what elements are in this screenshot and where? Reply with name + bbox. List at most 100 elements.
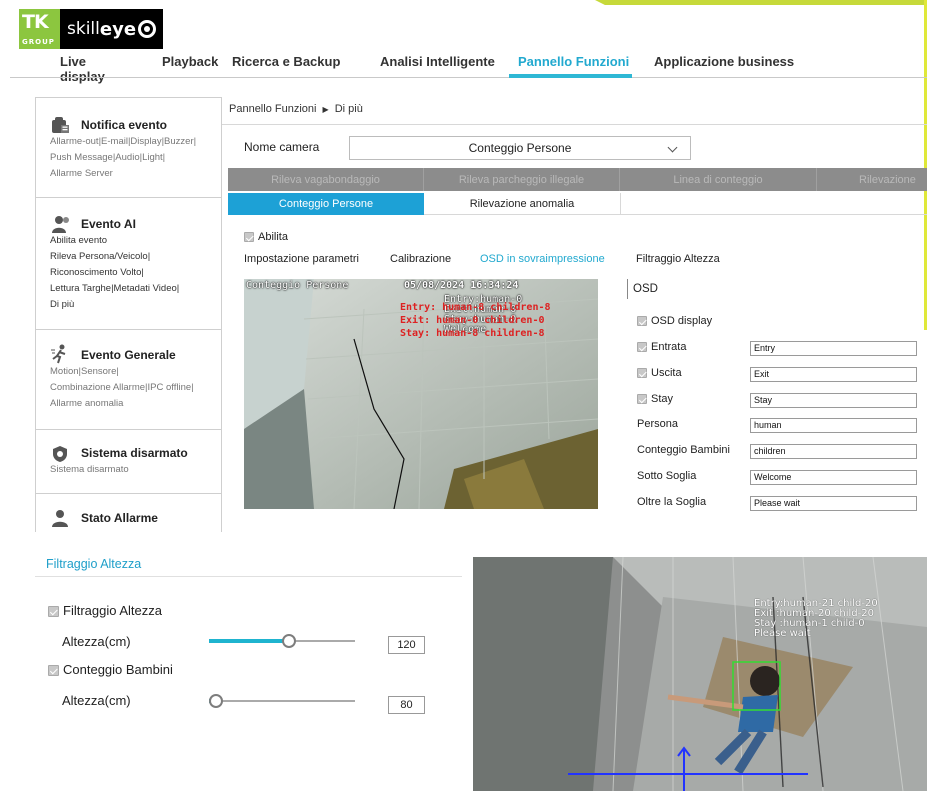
height-filter-checkbox[interactable]: Filtraggio Altezza: [48, 603, 162, 618]
tabs-row-disabled: Rileva vagabondaggio Rileva parcheggio i…: [228, 168, 927, 191]
slider-rail: [209, 700, 355, 702]
osd-conteggio-bambini-label: Conteggio Bambini: [637, 444, 730, 456]
sidebar-link[interactable]: Rileva Persona/Veicolo|: [50, 249, 221, 265]
sidebar-title-notifica: Notifica evento: [81, 118, 168, 132]
eye-icon: [138, 20, 157, 38]
checkbox-checked-icon: [48, 606, 59, 618]
osd-persona-label: Persona: [637, 418, 678, 430]
osd-sotto-soglia-label: Sotto Soglia: [637, 470, 697, 482]
camera-select[interactable]: Conteggio Persone: [349, 136, 691, 160]
camera-overlay-line: Please wait: [754, 628, 811, 639]
height2-slider[interactable]: [209, 694, 355, 708]
checkbox-checked-icon: [637, 368, 647, 379]
sidebar-link[interactable]: Motion|Sensore|: [50, 364, 221, 380]
breadcrumb-root[interactable]: Pannello Funzioni: [229, 103, 316, 115]
nav-live-display[interactable]: Live display: [60, 54, 105, 84]
subtab-impostazione-parametri[interactable]: Impostazione parametri: [244, 253, 359, 265]
osd-entrata-checkbox[interactable]: Entrata: [637, 341, 686, 353]
osd-uscita-input[interactable]: Exit: [750, 367, 917, 382]
sidebar-link[interactable]: Abilita evento: [50, 233, 221, 249]
sidebar-section-sistema-disarmato[interactable]: Sistema disarmato Sistema disarmato: [36, 430, 221, 494]
checkbox-checked-icon: [48, 665, 59, 677]
alarm-status-icon: [52, 510, 68, 527]
osd-stay-checkbox[interactable]: Stay: [637, 393, 673, 405]
abilita-checkbox[interactable]: Abilita: [244, 231, 288, 243]
motion-person-icon: [51, 344, 66, 364]
tab-rileva-parcheggio-illegale[interactable]: Rileva parcheggio illegale: [424, 168, 620, 191]
sidebar-sub-evento-generale: Motion|Sensore| Combinazione Allarme|IPC…: [50, 364, 221, 412]
sidebar-link[interactable]: Push Message|Audio|Light|: [50, 150, 221, 166]
video-timestamp: 05/08/2024 16:34:24: [404, 280, 519, 291]
osd-display-label: OSD display: [651, 315, 713, 327]
product-name: eye: [99, 18, 137, 40]
tab-rilevazione[interactable]: Rilevazione: [817, 168, 927, 191]
nav-pannello-funzioni[interactable]: Pannello Funzioni: [518, 54, 629, 69]
osd-entrata-input[interactable]: Entry: [750, 341, 917, 356]
tab-rileva-vagabondaggio[interactable]: Rileva vagabondaggio: [228, 168, 424, 191]
osd-display-checkbox[interactable]: OSD display: [637, 315, 712, 327]
tab-rilevazione-anomalia[interactable]: Rilevazione anomalia: [424, 193, 621, 215]
video-overlay-red: Entry: human-8 children-8 Exit: human-0 …: [400, 301, 551, 340]
sidebar-section-evento-ai[interactable]: Evento AI Abilita evento Rileva Persona/…: [36, 198, 221, 330]
sidebar-link[interactable]: Allarme-out|E-mail|Display|Buzzer|: [50, 134, 221, 150]
nav-applicazione-business[interactable]: Applicazione business: [654, 54, 794, 69]
shield-icon: [53, 446, 67, 462]
osd-sotto-soglia-input[interactable]: Welcome: [750, 470, 917, 485]
sidebar-link[interactable]: Di più: [50, 297, 221, 313]
slider-knob[interactable]: [282, 634, 296, 648]
nav-active-indicator: [509, 74, 632, 78]
logo-group: GROUP: [22, 38, 55, 46]
sidebar-sub-sistema-disarmato: Sistema disarmato: [50, 462, 221, 478]
sidebar-link[interactable]: Allarme Server: [50, 166, 221, 182]
breadcrumb-divider: [222, 124, 927, 125]
ai-person-icon: [52, 216, 69, 233]
osd-persona-input[interactable]: human: [750, 418, 917, 433]
subtab-filtraggio-altezza[interactable]: Filtraggio Altezza: [636, 253, 720, 265]
tab-conteggio-persone[interactable]: Conteggio Persone: [228, 193, 424, 215]
sidebar-section-evento-generale[interactable]: Evento Generale Motion|Sensore| Combinaz…: [36, 330, 221, 430]
chevron-down-icon: [667, 142, 678, 153]
tk-group-logo: TK GROUP: [19, 9, 60, 49]
sidebar-link[interactable]: Allarme anomalia: [50, 396, 221, 412]
subtab-osd-sovraimpressione[interactable]: OSD in sovraimpressione: [480, 253, 605, 265]
tab-linea-di-conteggio[interactable]: Linea di conteggio: [620, 168, 817, 191]
breadcrumb-separator-icon: ▶: [322, 105, 329, 114]
video-channel-name: Conteggio Persone: [246, 280, 349, 291]
osd-uscita-checkbox[interactable]: Uscita: [637, 367, 682, 379]
osd-oltre-soglia-input[interactable]: Please wait: [750, 496, 917, 511]
subtab-calibrazione[interactable]: Calibrazione: [390, 253, 451, 265]
breadcrumb: Pannello Funzioni ▶ Di più: [229, 103, 363, 115]
sidebar-title-sistema-disarmato: Sistema disarmato: [81, 446, 188, 460]
osd-entrata-label: Entrata: [651, 341, 687, 353]
osd-stay-input[interactable]: Stay: [750, 393, 917, 408]
conteggio-bambini-checkbox[interactable]: Conteggio Bambini: [48, 662, 173, 677]
osd-uscita-label: Uscita: [651, 367, 682, 379]
sidebar-link[interactable]: Combinazione Allarme|IPC offline|: [50, 380, 221, 396]
nav-divider: [10, 77, 927, 78]
sidebar-link[interactable]: Lettura Targhe|Metadati Video|: [50, 281, 221, 297]
nav-ricerca-backup[interactable]: Ricerca e Backup: [232, 54, 340, 69]
nav-analisi-intelligente[interactable]: Analisi Intelligente: [380, 54, 495, 69]
height1-label: Altezza(cm): [62, 634, 131, 649]
osd-conteggio-bambini-input[interactable]: children: [750, 444, 917, 459]
sidebar-link[interactable]: Riconoscimento Volto|: [50, 265, 221, 281]
sidebar-sub-evento-ai: Abilita evento Rileva Persona/Veicolo| R…: [50, 233, 221, 313]
video-overlay-line: Entry: human-8 children-8: [400, 302, 551, 313]
slider-fill: [209, 639, 289, 643]
video-preview[interactable]: Conteggio Persone 05/08/2024 16:34:24 En…: [244, 279, 598, 509]
height1-slider[interactable]: [209, 634, 355, 648]
camera-scene: [473, 557, 927, 791]
checkbox-checked-icon: [637, 316, 647, 327]
height1-value-input[interactable]: 120: [388, 636, 425, 654]
abilita-label: Abilita: [258, 231, 288, 243]
people-counting-camera-view: Entry:human-21 child-20 Exit :human-20 c…: [473, 557, 927, 791]
sidebar-section-notifica[interactable]: Notifica evento Allarme-out|E-mail|Displ…: [36, 98, 221, 198]
sidebar-link[interactable]: Sistema disarmato: [50, 462, 221, 478]
slider-knob[interactable]: [209, 694, 223, 708]
nav-playback[interactable]: Playback: [162, 54, 218, 69]
sidebar-section-stato-allarme[interactable]: Stato Allarme: [36, 494, 221, 532]
product-prefix: skill: [67, 19, 100, 39]
sidebar-title-evento-ai: Evento AI: [81, 217, 136, 231]
video-overlay-line: Exit: human-0 children-0: [400, 315, 545, 326]
height2-value-input[interactable]: 80: [388, 696, 425, 714]
